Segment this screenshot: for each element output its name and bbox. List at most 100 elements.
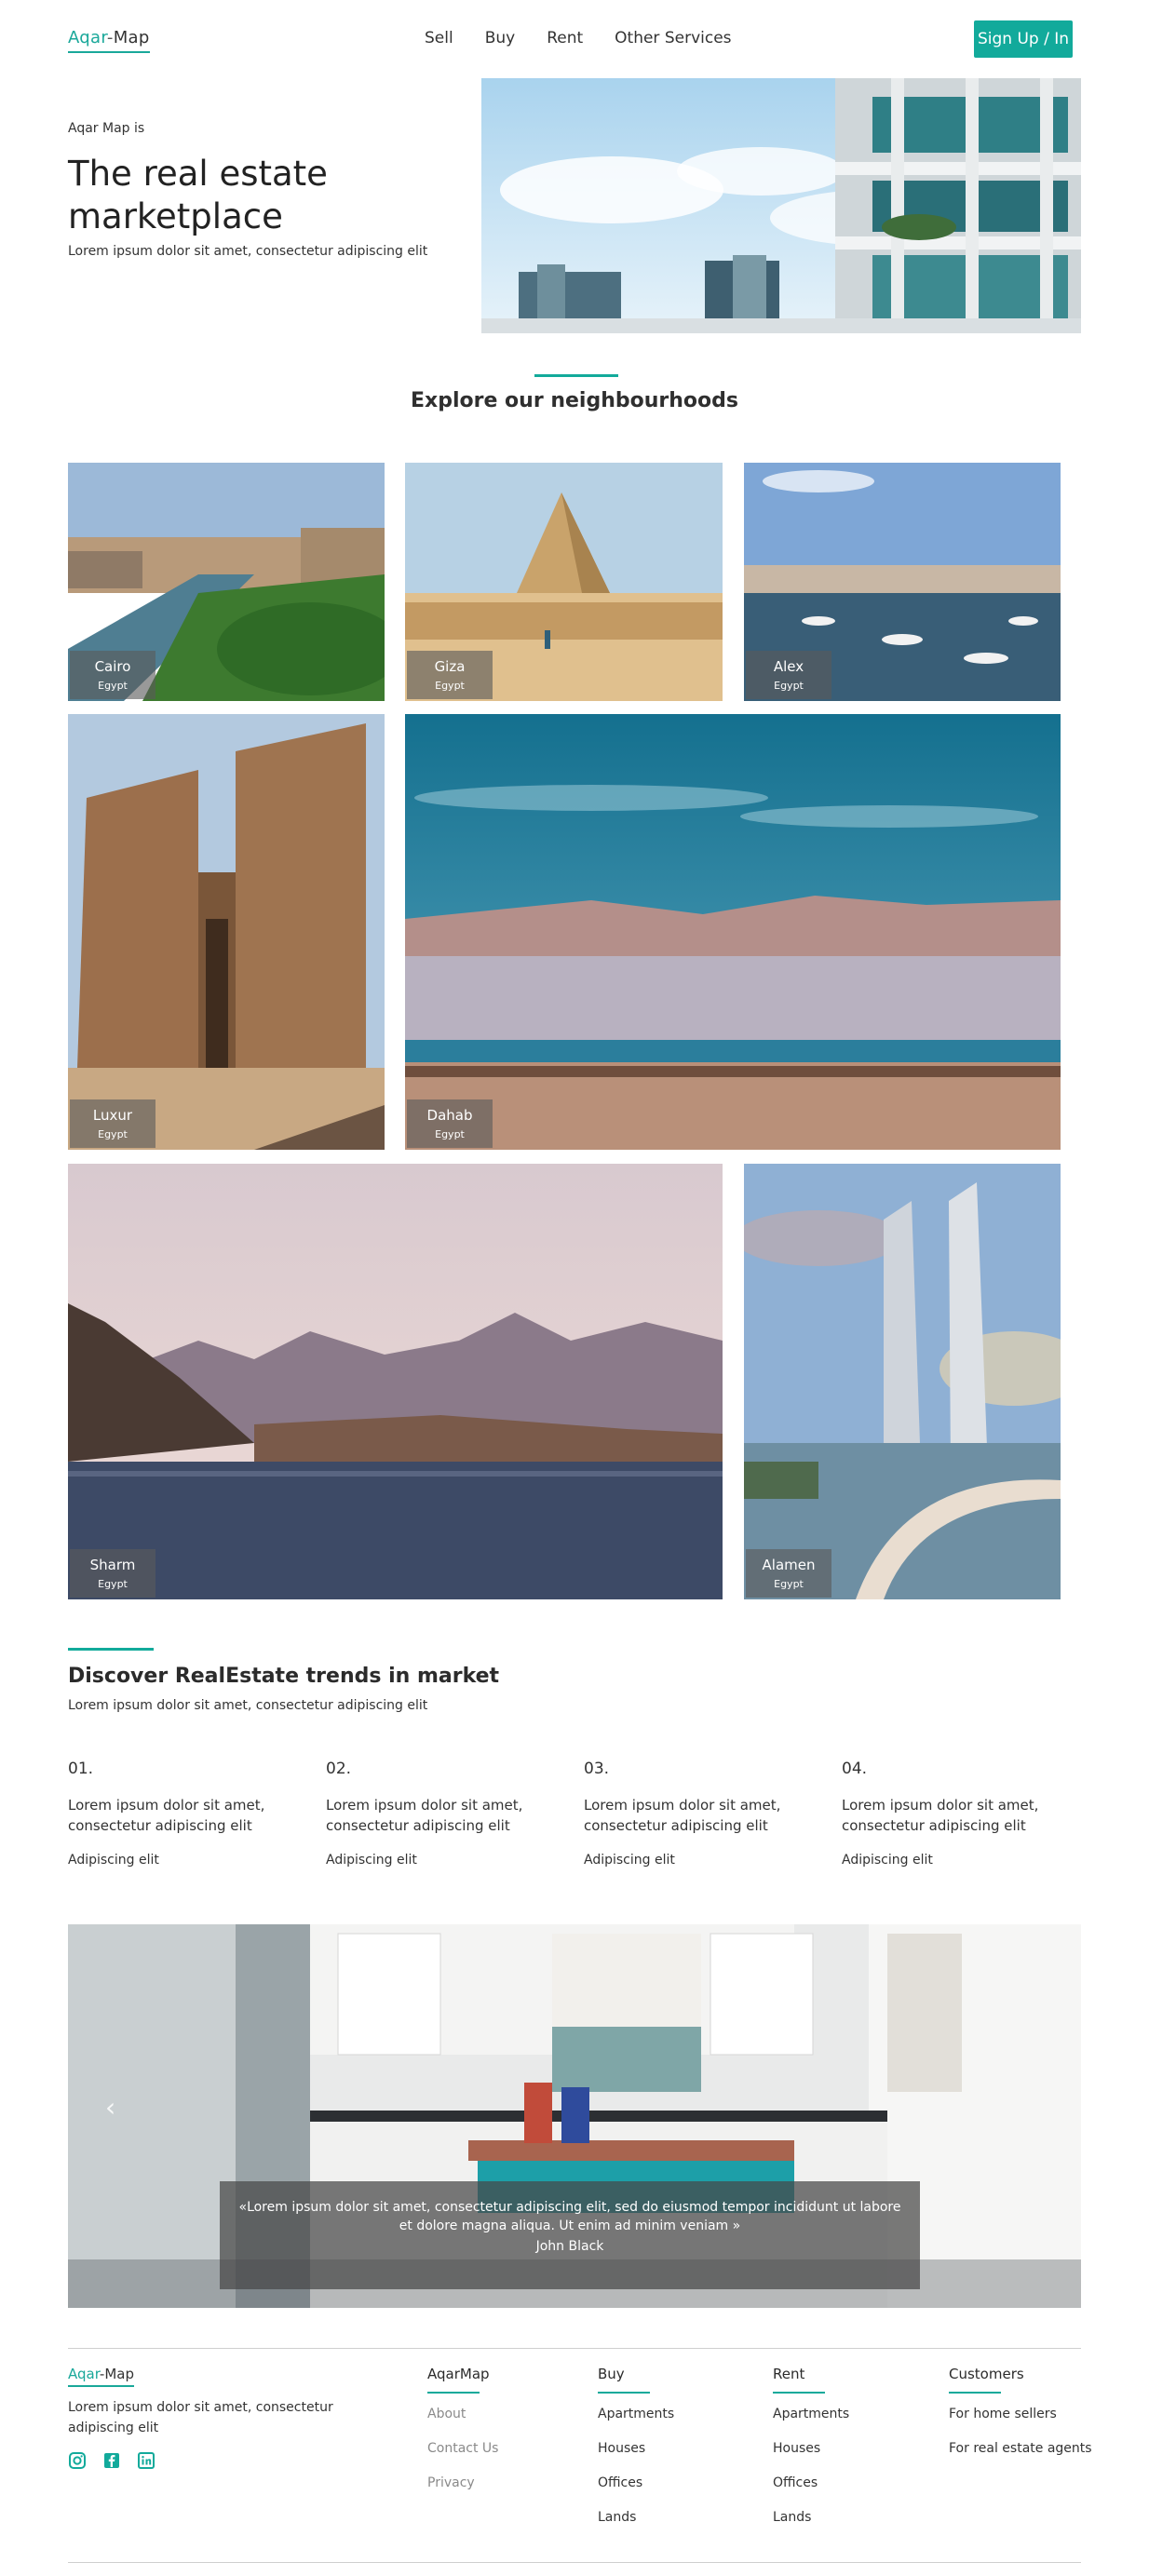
testimonial-quote: «Lorem ipsum dolor sit amet, consectetur…	[238, 2200, 901, 2233]
footer-column-heading: Rent	[773, 2366, 849, 2394]
footer-column-rent: Rent Apartments Houses Offices Lands	[773, 2366, 849, 2544]
footer-column-heading: AqarMap	[427, 2366, 498, 2394]
trends-title: Discover RealEstate trends in market	[68, 1665, 500, 1688]
hero-title: The real estate marketplace	[68, 154, 328, 236]
city-tag: Alamen Egypt	[746, 1549, 831, 1598]
footer-logo-map-text: -Map	[99, 2366, 134, 2382]
footer-column-aqarmap: AqarMap About Contact Us Privacy	[427, 2366, 498, 2510]
testimonial-slider: ‹ «Lorem ipsum dolor sit amet, consectet…	[68, 1924, 1081, 2308]
country-name: Egypt	[774, 1578, 804, 1590]
trend-item: 01. Lorem ipsum dolor sit amet, consecte…	[68, 1760, 291, 1868]
country-name: Egypt	[98, 680, 128, 692]
country-name: Egypt	[435, 680, 465, 692]
footer-logo[interactable]: Aqar-Map	[68, 2366, 134, 2387]
testimonial-author: John Black	[535, 2239, 604, 2254]
logo-aqar-text: Aqar	[68, 28, 107, 47]
footer-link-rent-offices[interactable]: Offices	[773, 2475, 849, 2510]
footer-link-buy-offices[interactable]: Offices	[598, 2475, 674, 2510]
footer-link-contact[interactable]: Contact Us	[427, 2441, 498, 2475]
trend-number: 03.	[584, 1760, 610, 1778]
footer-link-home-sellers[interactable]: For home sellers	[949, 2407, 1092, 2441]
trend-footnote: Adipiscing elit	[842, 1853, 933, 1868]
trend-item: 04. Lorem ipsum dolor sit amet, consecte…	[842, 1760, 1065, 1868]
footer-link-real-estate-agents[interactable]: For real estate agents	[949, 2441, 1092, 2475]
city-tag: Sharm Egypt	[70, 1549, 155, 1598]
city-tag: Dahab Egypt	[407, 1099, 493, 1148]
trend-number: 02.	[326, 1760, 352, 1778]
country-name: Egypt	[98, 1578, 128, 1590]
card-dahab[interactable]: Dahab Egypt	[405, 714, 1061, 1150]
section-accent-bar	[534, 374, 618, 377]
trend-text: Lorem ipsum dolor sit amet, consectetur …	[842, 1797, 1039, 1834]
nav-rent[interactable]: Rent	[547, 29, 583, 47]
prev-slide-arrow-icon[interactable]: ‹	[105, 2092, 115, 2123]
card-luxur[interactable]: Luxur Egypt	[68, 714, 385, 1150]
instagram-icon[interactable]	[68, 2451, 87, 2470]
footer-link-rent-apartments[interactable]: Apartments	[773, 2407, 849, 2441]
card-giza[interactable]: Giza Egypt	[405, 463, 723, 701]
footer-divider-bottom	[68, 2562, 1081, 2563]
nav-sell[interactable]: Sell	[425, 29, 453, 47]
city-name: Luxur	[92, 1107, 133, 1124]
footer-link-buy-houses[interactable]: Houses	[598, 2441, 674, 2475]
country-name: Egypt	[435, 1128, 465, 1140]
footer-link-buy-lands[interactable]: Lands	[598, 2510, 674, 2544]
city-tag: Luxur Egypt	[70, 1099, 155, 1148]
logo-map-text: Map	[113, 28, 150, 47]
card-cairo[interactable]: Cairo Egypt	[68, 463, 385, 701]
footer-link-rent-lands[interactable]: Lands	[773, 2510, 849, 2544]
hero-eyebrow: Aqar Map is	[68, 121, 145, 136]
social-links	[68, 2451, 155, 2470]
card-alex[interactable]: Alex Egypt	[744, 463, 1061, 701]
city-name: Dahab	[426, 1107, 473, 1124]
city-name: Giza	[434, 658, 466, 675]
country-name: Egypt	[98, 1128, 128, 1140]
hero-image	[481, 78, 1081, 333]
footer-link-privacy[interactable]: Privacy	[427, 2475, 498, 2510]
footer-divider-top	[68, 2348, 1081, 2349]
city-name: Cairo	[94, 658, 131, 675]
testimonial-quote-box: «Lorem ipsum dolor sit amet, consectetur…	[220, 2181, 920, 2289]
trend-text: Lorem ipsum dolor sit amet, consectetur …	[326, 1797, 523, 1834]
facebook-icon[interactable]	[102, 2451, 121, 2470]
trends-subtitle: Lorem ipsum dolor sit amet, consectetur …	[68, 1698, 428, 1713]
city-tag: Alex Egypt	[746, 651, 831, 699]
city-name: Sharm	[89, 1557, 136, 1573]
footer-logo-aqar-text: Aqar	[68, 2366, 100, 2382]
footer-link-rent-houses[interactable]: Houses	[773, 2441, 849, 2475]
footer-link-buy-apartments[interactable]: Apartments	[598, 2407, 674, 2441]
trend-text: Lorem ipsum dolor sit amet, consectetur …	[584, 1797, 781, 1834]
trend-footnote: Adipiscing elit	[584, 1853, 675, 1868]
card-sharm[interactable]: Sharm Egypt	[68, 1164, 723, 1599]
city-name: Alex	[773, 658, 804, 675]
trend-number: 01.	[68, 1760, 94, 1778]
footer-description: Lorem ipsum dolor sit amet, consectetur …	[68, 2400, 333, 2435]
linkedin-icon[interactable]	[137, 2451, 155, 2470]
footer-column-customers: Customers For home sellers For real esta…	[949, 2366, 1092, 2475]
trend-number: 04.	[842, 1760, 868, 1778]
neighbourhoods-title: Explore our neighbourhoods	[411, 389, 738, 412]
city-name: Alamen	[762, 1557, 816, 1573]
nav-other-services[interactable]: Other Services	[615, 29, 731, 47]
trends-accent-bar	[68, 1648, 154, 1651]
logo[interactable]: Aqar-Map	[68, 28, 150, 53]
logo-dash-text: -	[106, 28, 114, 47]
hero-subtitle: Lorem ipsum dolor sit amet, consectetur …	[68, 244, 428, 259]
card-alamen[interactable]: Alamen Egypt	[744, 1164, 1061, 1599]
city-tag: Cairo Egypt	[70, 651, 155, 699]
trend-footnote: Adipiscing elit	[68, 1853, 159, 1868]
signup-button[interactable]: Sign Up / In	[974, 20, 1073, 58]
footer-column-heading: Buy	[598, 2366, 674, 2394]
main-nav: Sell Buy Rent Other Services	[425, 29, 764, 47]
footer-column-buy: Buy Apartments Houses Offices Lands	[598, 2366, 674, 2544]
nav-buy[interactable]: Buy	[485, 29, 516, 47]
city-tag: Giza Egypt	[407, 651, 493, 699]
trend-text: Lorem ipsum dolor sit amet, consectetur …	[68, 1797, 265, 1834]
footer-link-about[interactable]: About	[427, 2407, 498, 2441]
country-name: Egypt	[774, 680, 804, 692]
trend-item: 02. Lorem ipsum dolor sit amet, consecte…	[326, 1760, 549, 1868]
site-header: Aqar-Map Sell Buy Rent Other Services Si…	[0, 0, 1149, 78]
footer-column-heading: Customers	[949, 2366, 1092, 2394]
trend-footnote: Adipiscing elit	[326, 1853, 417, 1868]
trend-item: 03. Lorem ipsum dolor sit amet, consecte…	[584, 1760, 807, 1868]
